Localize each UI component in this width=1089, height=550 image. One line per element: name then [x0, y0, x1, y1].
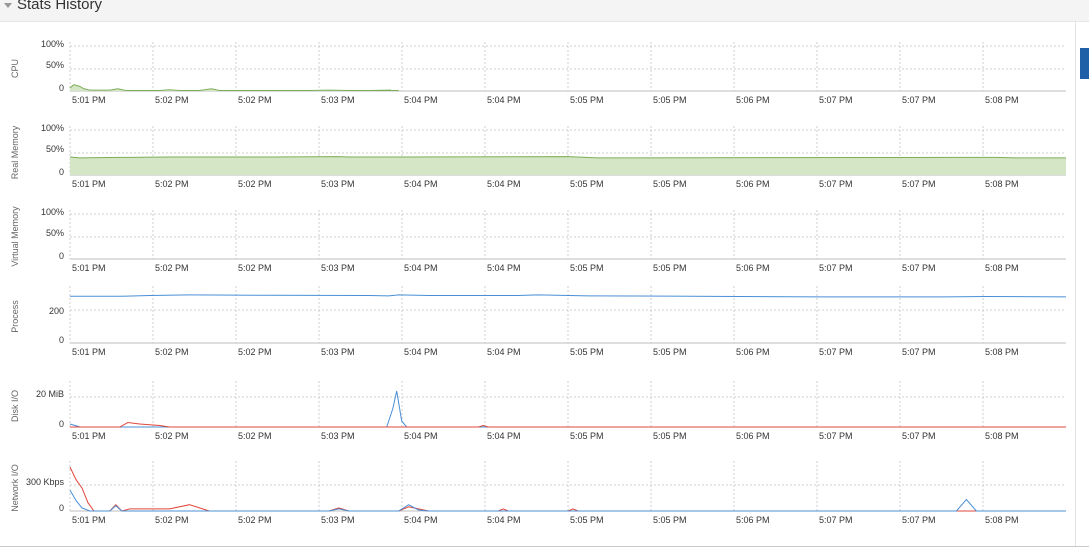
- x-tick-label: 5:08 PM: [985, 95, 1019, 105]
- y-tick-label: 0: [59, 167, 64, 177]
- x-tick-label: 5:02 PM: [238, 431, 272, 441]
- x-tick-label: 5:06 PM: [736, 95, 770, 105]
- x-tick-label: 5:07 PM: [819, 347, 853, 357]
- x-tick-label: 5:05 PM: [653, 431, 687, 441]
- y-axis-label: Disk I/O: [10, 390, 20, 422]
- series-area: [70, 156, 1066, 175]
- y-tick-label: 100%: [41, 39, 64, 49]
- x-tick-label: 5:05 PM: [653, 515, 687, 525]
- x-tick-label: 5:05 PM: [653, 347, 687, 357]
- x-tick-label: 5:04 PM: [487, 263, 521, 273]
- y-tick-label: 0: [59, 335, 64, 345]
- x-tick-label: 5:07 PM: [819, 179, 853, 189]
- series-line: [69, 84, 399, 91]
- x-tick-label: 5:04 PM: [404, 263, 438, 273]
- x-tick-label: 5:05 PM: [653, 179, 687, 189]
- x-tick-label: 5:01 PM: [72, 515, 106, 525]
- x-tick-label: 5:01 PM: [72, 179, 106, 189]
- x-tick-label: 5:08 PM: [985, 347, 1019, 357]
- x-tick-label: 5:04 PM: [404, 347, 438, 357]
- x-tick-label: 5:02 PM: [238, 263, 272, 273]
- x-tick-label: 5:01 PM: [72, 95, 106, 105]
- x-tick-label: 5:07 PM: [819, 515, 853, 525]
- x-tick-label: 5:06 PM: [736, 431, 770, 441]
- x-tick-label: 5:07 PM: [819, 95, 853, 105]
- x-tick-label: 5:03 PM: [321, 515, 355, 525]
- x-tick-label: 5:08 PM: [985, 179, 1019, 189]
- y-axis-label: Process: [10, 300, 20, 333]
- y-axis-label: Real Memory: [10, 125, 20, 179]
- y-tick-label: 50%: [46, 60, 64, 70]
- x-tick-label: 5:04 PM: [404, 95, 438, 105]
- x-tick-label: 5:04 PM: [487, 179, 521, 189]
- x-tick-label: 5:02 PM: [238, 347, 272, 357]
- y-tick-label: 300 Kbps: [26, 477, 65, 487]
- y-tick-label: 50%: [46, 144, 64, 154]
- x-tick-label: 5:04 PM: [487, 431, 521, 441]
- x-tick-label: 5:08 PM: [985, 263, 1019, 273]
- x-tick-label: 5:02 PM: [238, 179, 272, 189]
- x-tick-label: 5:05 PM: [570, 431, 604, 441]
- x-tick-label: 5:05 PM: [570, 263, 604, 273]
- x-tick-label: 5:01 PM: [72, 263, 106, 273]
- x-tick-label: 5:02 PM: [155, 347, 189, 357]
- x-tick-label: 5:02 PM: [238, 95, 272, 105]
- x-tick-label: 5:03 PM: [321, 179, 355, 189]
- y-tick-label: 0: [59, 251, 64, 261]
- x-tick-label: 5:03 PM: [321, 95, 355, 105]
- x-tick-label: 5:05 PM: [570, 95, 604, 105]
- x-tick-label: 5:06 PM: [736, 263, 770, 273]
- x-tick-label: 5:02 PM: [155, 179, 189, 189]
- x-tick-label: 5:03 PM: [321, 431, 355, 441]
- x-tick-label: 5:07 PM: [902, 95, 936, 105]
- y-tick-label: 20 MiB: [36, 389, 64, 399]
- x-tick-label: 5:05 PM: [653, 95, 687, 105]
- x-tick-label: 5:02 PM: [155, 431, 189, 441]
- y-tick-label: 200: [49, 306, 64, 316]
- x-tick-label: 5:04 PM: [487, 515, 521, 525]
- x-tick-label: 5:05 PM: [570, 515, 604, 525]
- x-tick-label: 5:03 PM: [321, 347, 355, 357]
- x-tick-label: 5:07 PM: [902, 347, 936, 357]
- x-tick-label: 5:04 PM: [487, 95, 521, 105]
- x-tick-label: 5:07 PM: [902, 431, 936, 441]
- y-tick-label: 50%: [46, 228, 64, 238]
- x-tick-label: 5:04 PM: [404, 431, 438, 441]
- series-line: [70, 294, 1067, 298]
- x-tick-label: 5:02 PM: [155, 95, 189, 105]
- x-tick-label: 5:06 PM: [736, 347, 770, 357]
- y-axis-label: Network I/O: [10, 464, 20, 512]
- x-tick-label: 5:07 PM: [819, 431, 853, 441]
- x-tick-label: 5:06 PM: [736, 179, 770, 189]
- y-tick-label: 0: [59, 503, 64, 513]
- x-tick-label: 5:04 PM: [404, 515, 438, 525]
- x-tick-label: 5:04 PM: [404, 179, 438, 189]
- stats-charts: 100% 50% 0 CPU 5:01 PM 5:02 PM 5:02 PM 5:03 PM 5…: [10, 39, 1067, 525]
- x-tick-label: 5:02 PM: [155, 515, 189, 525]
- x-tick-label: 5:07 PM: [902, 263, 936, 273]
- x-tick-label: 5:02 PM: [238, 515, 272, 525]
- x-tick-label: 5:03 PM: [321, 263, 355, 273]
- y-axis-label: CPU: [10, 59, 20, 78]
- x-tick-label: 5:08 PM: [985, 515, 1019, 525]
- y-axis-label: Virtual Memory: [10, 206, 20, 267]
- y-tick-label: 0: [59, 83, 64, 93]
- x-tick-label: 5:04 PM: [487, 347, 521, 357]
- x-tick-label: 5:07 PM: [902, 179, 936, 189]
- y-tick-label: 0: [59, 419, 64, 429]
- x-tick-label: 5:08 PM: [985, 431, 1019, 441]
- x-tick-label: 5:07 PM: [902, 515, 936, 525]
- x-tick-label: 5:07 PM: [819, 263, 853, 273]
- x-tick-label: 5:01 PM: [72, 347, 106, 357]
- x-tick-label: 5:06 PM: [736, 515, 770, 525]
- x-tick-label: 5:05 PM: [570, 179, 604, 189]
- x-tick-label: 5:05 PM: [653, 263, 687, 273]
- y-tick-label: 100%: [41, 123, 64, 133]
- x-tick-label: 5:01 PM: [72, 431, 106, 441]
- x-tick-label: 5:02 PM: [155, 263, 189, 273]
- y-tick-label: 100%: [41, 207, 64, 217]
- x-tick-label: 5:05 PM: [570, 347, 604, 357]
